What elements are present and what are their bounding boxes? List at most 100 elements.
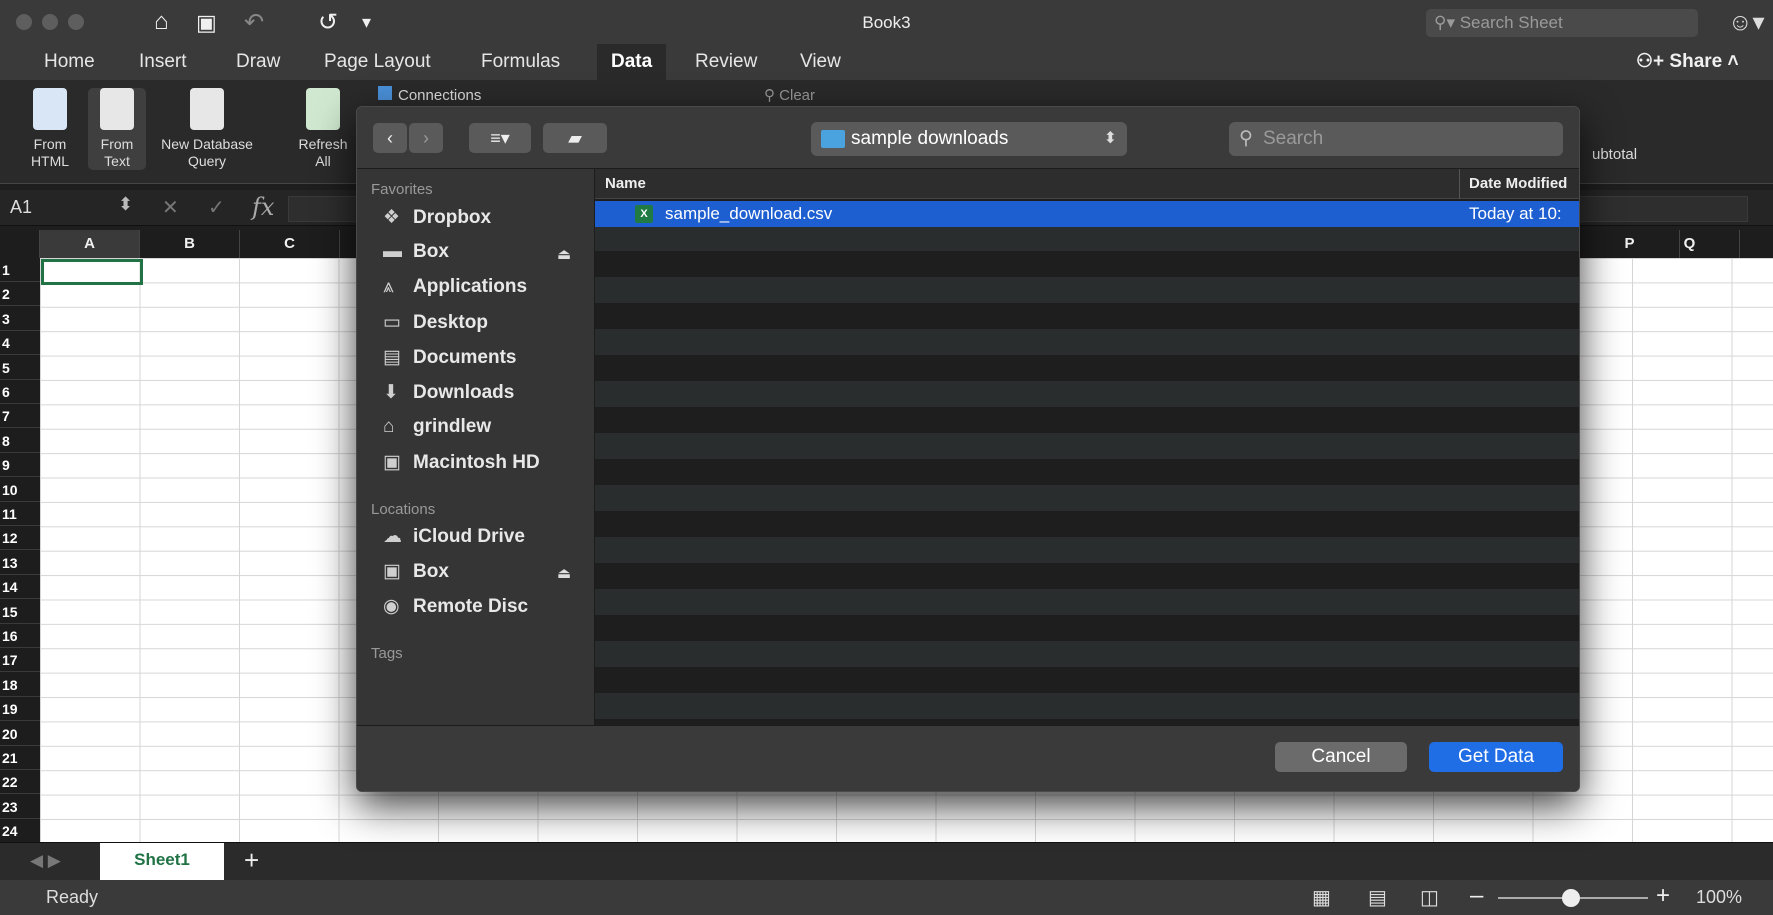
row-header[interactable]: 11	[0, 502, 40, 526]
row-header[interactable]: 20	[0, 722, 40, 746]
zoom-in-button[interactable]: +	[1656, 882, 1670, 910]
search-sheet-input[interactable]: ⚲▾ Search Sheet	[1426, 9, 1698, 37]
normal-view-icon[interactable]: ▦	[1312, 885, 1331, 910]
zoom-level[interactable]: 100%	[1696, 887, 1742, 908]
row-header[interactable]: 22	[0, 770, 40, 795]
row-header[interactable]: 9	[0, 453, 40, 478]
row-header[interactable]: 14	[0, 575, 40, 600]
refresh-all-button[interactable]: Refresh All	[292, 88, 354, 170]
tab-formulas[interactable]: Formulas	[481, 51, 560, 73]
sheet-tab-sheet1[interactable]: Sheet1	[100, 843, 224, 881]
clear-filter-button[interactable]: ⚲ Clear	[764, 86, 815, 104]
sidebar-item-remote-disc[interactable]: ◉ Remote Disc	[383, 595, 528, 618]
column-divider[interactable]	[1459, 169, 1460, 199]
tab-data[interactable]: Data	[597, 44, 667, 80]
documents-icon: ▤	[383, 347, 401, 368]
name-box-stepper-icon[interactable]: ⬍	[118, 194, 133, 215]
subtotal-button[interactable]: ubtotal	[1592, 146, 1637, 163]
name-box[interactable]: A1	[10, 197, 32, 218]
sidebar-item-box[interactable]: ▬ Box	[383, 241, 449, 263]
zoom-out-button[interactable]: –	[1470, 882, 1483, 910]
column-header-a[interactable]: A	[40, 230, 140, 258]
cloud-icon: ☁	[383, 526, 402, 547]
sidebar-item-documents[interactable]: ▤ Documents	[383, 346, 516, 369]
column-header-date-modified[interactable]: Date Modified	[1469, 175, 1567, 192]
tab-insert[interactable]: Insert	[139, 51, 187, 73]
sidebar-item-grindlew[interactable]: ⌂ grindlew	[383, 416, 491, 438]
dialog-search-input[interactable]: ⚲ Search	[1229, 122, 1563, 156]
forward-button[interactable]: ›	[409, 123, 443, 153]
row-header[interactable]: 12	[0, 526, 40, 551]
new-folder-button[interactable]: ▰	[543, 123, 607, 153]
column-header-q[interactable]: Q	[1640, 230, 1740, 258]
row-header[interactable]: 5	[0, 356, 40, 380]
sidebar-item-label: Box	[413, 241, 449, 262]
file-name: sample_download.csv	[665, 204, 833, 223]
tab-view[interactable]: View	[800, 51, 841, 73]
location-popup[interactable]: sample downloads ⬍	[811, 122, 1127, 156]
insert-function-button[interactable]: fx	[252, 193, 274, 221]
file-date-modified: Today at 10:	[1469, 204, 1562, 223]
row-header[interactable]: 21	[0, 746, 40, 770]
dialog-sidebar: Favorites ❖ Dropbox ▬ Box ⏏ ⩓ Applications …	[357, 169, 595, 725]
tab-review[interactable]: Review	[695, 51, 757, 73]
row-header[interactable]: 7	[0, 404, 40, 429]
row-header[interactable]: 10	[0, 478, 40, 502]
collapse-ribbon-icon[interactable]: ˄	[1728, 51, 1739, 72]
sidebar-item-macintosh-hd[interactable]: ▣ Macintosh HD	[383, 451, 540, 474]
row-header[interactable]: 18	[0, 673, 40, 697]
view-options-button[interactable]: ≡▾	[469, 123, 531, 153]
row-header[interactable]: 16	[0, 624, 40, 648]
connections-button[interactable]: Connections	[378, 86, 481, 104]
sidebar-item-dropbox[interactable]: ❖ Dropbox	[383, 206, 491, 229]
back-button[interactable]: ‹	[373, 123, 407, 153]
page-layout-view-icon[interactable]: ▤	[1368, 885, 1387, 910]
add-sheet-button[interactable]: +	[244, 845, 259, 876]
row-header[interactable]: 19	[0, 697, 40, 722]
sidebar-item-label: Dropbox	[413, 207, 492, 228]
sidebar-item-applications[interactable]: ⩓ Applications	[383, 276, 527, 298]
from-text-button[interactable]: From Text	[88, 88, 146, 170]
row-header[interactable]: 13	[0, 551, 40, 575]
sidebar-item-icloud-drive[interactable]: ☁ iCloud Drive	[383, 525, 525, 548]
zoom-slider-knob[interactable]	[1562, 889, 1580, 907]
sheet-scroll-arrows-icon[interactable]: ◀ ▶	[30, 851, 61, 871]
row-header[interactable]: 1	[0, 258, 40, 282]
row-header[interactable]: 17	[0, 648, 40, 673]
row-header[interactable]: 15	[0, 600, 40, 624]
share-label: Share	[1669, 51, 1723, 72]
tab-home[interactable]: Home	[44, 51, 95, 73]
column-header-name[interactable]: Name	[605, 175, 646, 192]
tab-page-layout[interactable]: Page Layout	[324, 51, 431, 73]
eject-icon[interactable]: ⏏	[557, 564, 571, 582]
excel-window: ⌂ ▣ ↶ ↺ ▾ Book3 ⚲▾ Search Sheet ☺▾ Home …	[0, 0, 1773, 915]
share-button[interactable]: ⚇+ Share ˄	[1636, 50, 1739, 73]
new-database-query-button[interactable]: New Database Query	[150, 88, 264, 170]
row-header[interactable]: 2	[0, 282, 40, 307]
sidebar-item-box-location[interactable]: ▣ Box	[383, 560, 449, 583]
column-header-c[interactable]: C	[240, 230, 340, 258]
cancel-button[interactable]: Cancel	[1275, 742, 1407, 772]
row-header[interactable]: 3	[0, 307, 40, 331]
tab-draw[interactable]: Draw	[236, 51, 280, 73]
eject-icon[interactable]: ⏏	[557, 245, 571, 263]
cancel-entry-icon[interactable]: ✕	[162, 195, 179, 220]
row-header[interactable]: 4	[0, 331, 40, 356]
file-row-selected[interactable]: X sample_download.csv Today at 10:	[595, 201, 1579, 227]
csv-file-icon: X	[635, 205, 653, 223]
feedback-smiley-icon[interactable]: ☺▾	[1728, 8, 1765, 37]
sidebar-item-label: Remote Disc	[413, 596, 529, 617]
row-header[interactable]: 24	[0, 819, 40, 842]
select-all-corner[interactable]	[0, 230, 40, 258]
row-header[interactable]: 8	[0, 429, 40, 453]
active-cell-a1[interactable]	[41, 259, 143, 285]
column-header-b[interactable]: B	[140, 230, 240, 258]
row-header[interactable]: 23	[0, 795, 40, 819]
page-break-view-icon[interactable]: ◫	[1420, 885, 1439, 910]
sidebar-item-downloads[interactable]: ⬇ Downloads	[383, 381, 514, 404]
confirm-entry-icon[interactable]: ✓	[208, 195, 225, 220]
get-data-button[interactable]: Get Data	[1429, 742, 1563, 772]
row-header[interactable]: 6	[0, 380, 40, 404]
from-html-button[interactable]: From HTML	[22, 88, 78, 170]
sidebar-item-desktop[interactable]: ▭ Desktop	[383, 311, 488, 334]
